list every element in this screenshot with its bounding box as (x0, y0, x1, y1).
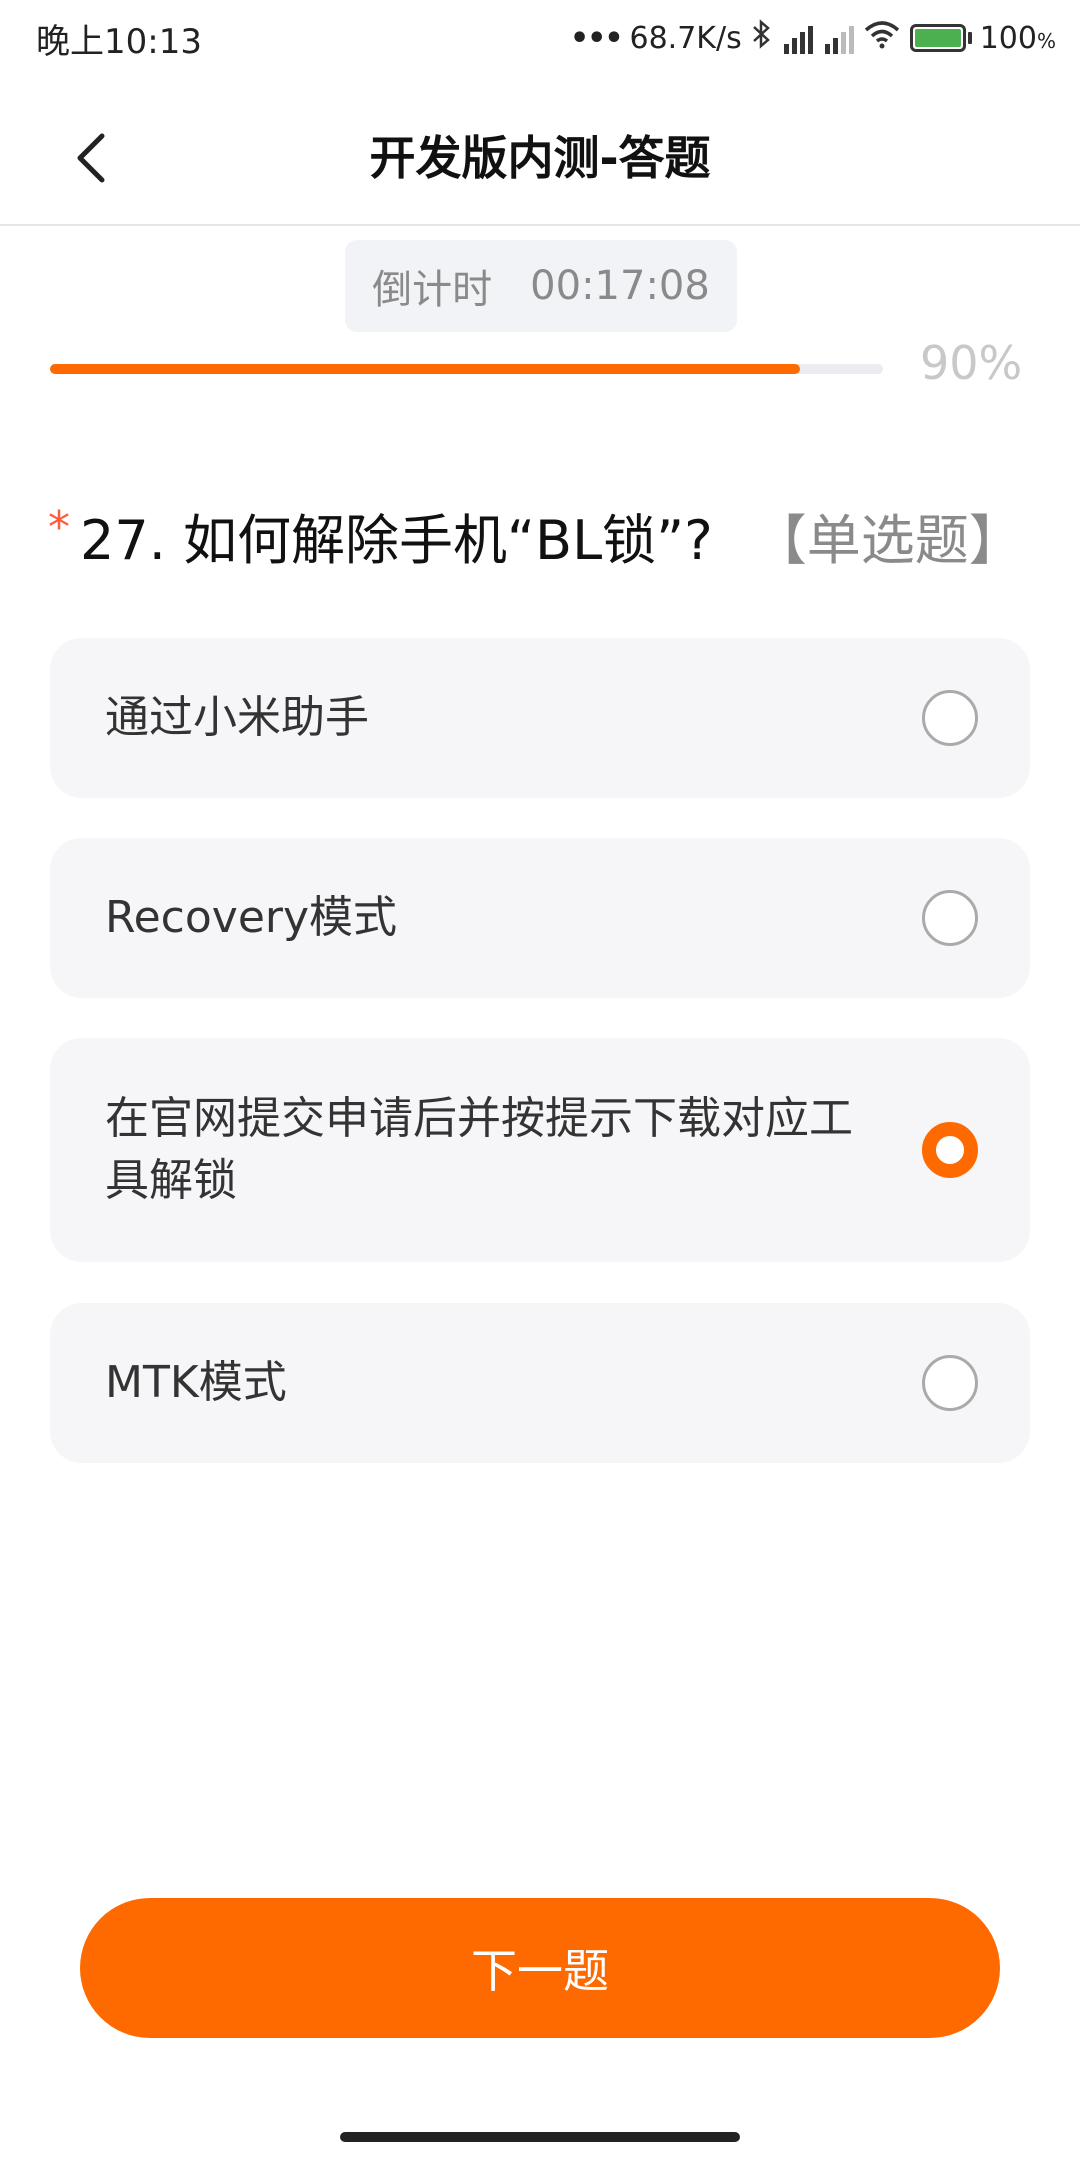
app-header: 开发版内测-答题 (0, 78, 1080, 226)
radio-button[interactable] (922, 1122, 978, 1178)
option-item[interactable]: Recovery模式 (50, 838, 1030, 998)
radio-button[interactable] (922, 890, 978, 946)
status-time: 晚上10:13 (36, 22, 202, 62)
signal-2-icon (821, 22, 854, 54)
radio-button[interactable] (922, 1355, 978, 1411)
more-dots-icon: ••• (569, 20, 624, 56)
signal-1-icon (780, 22, 813, 54)
radio-button[interactable] (922, 690, 978, 746)
progress-percent: 90% (920, 336, 1023, 390)
question-title: * 27. 如何解除手机“BL锁”? 【单选题】 (48, 496, 1023, 575)
option-label: MTK模式 (105, 1357, 287, 1408)
wifi-icon (862, 18, 902, 58)
question-text: 27. 如何解除手机“BL锁”? (80, 509, 713, 572)
network-speed: 68.7K/s (629, 20, 742, 56)
bluetooth-icon (750, 18, 772, 58)
option-item[interactable]: MTK模式 (50, 1303, 1030, 1463)
question-type: 【单选题】 (752, 509, 1023, 572)
option-label: 在官网提交申请后并按提示下载对应工具解锁 (105, 1093, 853, 1206)
option-label: Recovery模式 (105, 892, 398, 943)
option-label: 通过小米助手 (105, 692, 369, 743)
status-icons: ••• 68.7K/s 100% (570, 14, 1056, 62)
option-item[interactable]: 通过小米助手 (50, 638, 1030, 798)
status-bar: 晚上10:13 ••• 68.7K/s 100% (0, 0, 1080, 78)
battery-icon (909, 24, 972, 52)
option-item[interactable]: 在官网提交申请后并按提示下载对应工具解锁 (50, 1038, 1030, 1262)
progress-bar (50, 364, 883, 374)
home-indicator (340, 2132, 740, 2142)
countdown-value: 00:17:08 (530, 263, 710, 309)
countdown-label: 倒计时 (372, 267, 493, 313)
required-mark: * (48, 502, 70, 553)
page-title: 开发版内测-答题 (369, 131, 711, 185)
countdown-timer: 倒计时 00:17:08 (345, 240, 737, 332)
next-question-button[interactable]: 下一题 (80, 1898, 1000, 2038)
progress-fill (50, 364, 800, 374)
battery-percent: 100% (979, 20, 1056, 56)
